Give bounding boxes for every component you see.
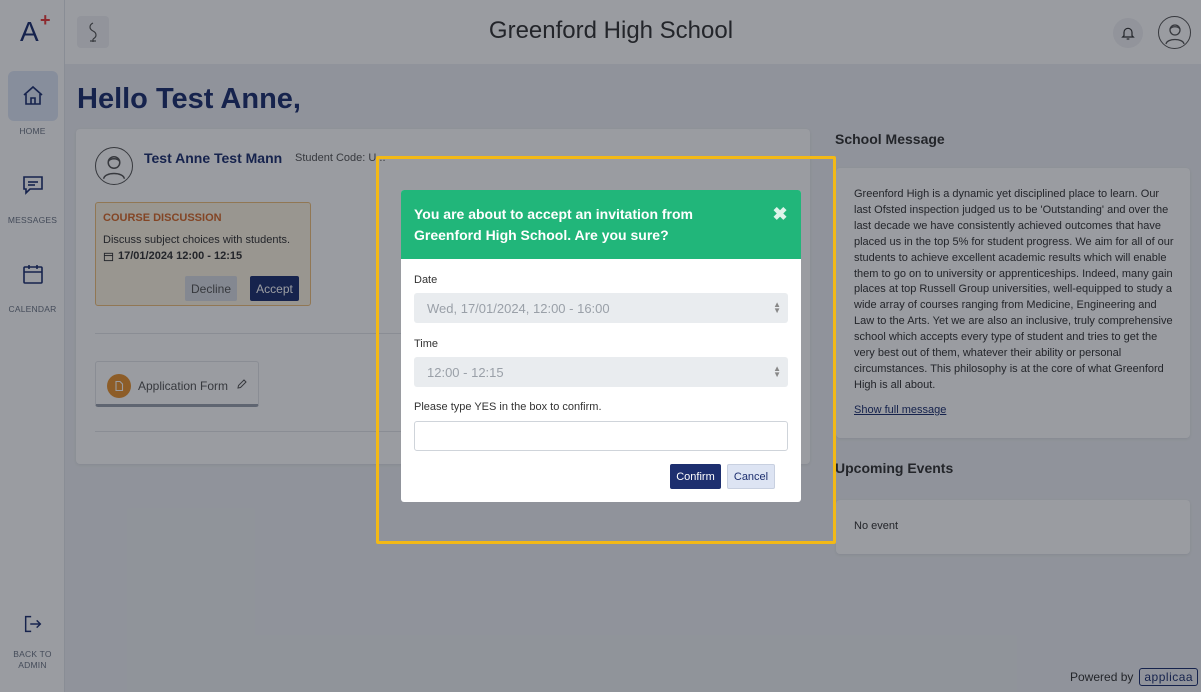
confirm-button[interactable]: Confirm (670, 464, 721, 489)
modal-header: You are about to accept an invitation fr… (401, 190, 801, 259)
modal-title: You are about to accept an invitation fr… (414, 206, 693, 243)
accept-invitation-modal: You are about to accept an invitation fr… (401, 190, 801, 502)
select-arrows-icon: ▲ ▼ (773, 364, 781, 379)
time-select-value: 12:00 - 12:15 (427, 365, 504, 380)
date-label: Date (414, 274, 438, 286)
date-select-value: Wed, 17/01/2024, 12:00 - 16:00 (427, 301, 610, 316)
confirm-yes-input[interactable] (414, 421, 788, 451)
time-label: Time (414, 338, 439, 350)
select-arrows-icon: ▲ ▼ (773, 300, 781, 315)
date-select[interactable]: Wed, 17/01/2024, 12:00 - 16:00 ▲ ▼ (414, 293, 788, 323)
confirm-prompt: Please type YES in the box to confirm. (414, 401, 602, 413)
cancel-button[interactable]: Cancel (727, 464, 775, 489)
time-select[interactable]: 12:00 - 12:15 ▲ ▼ (414, 357, 788, 387)
close-icon[interactable]: ✖ (772, 204, 788, 224)
